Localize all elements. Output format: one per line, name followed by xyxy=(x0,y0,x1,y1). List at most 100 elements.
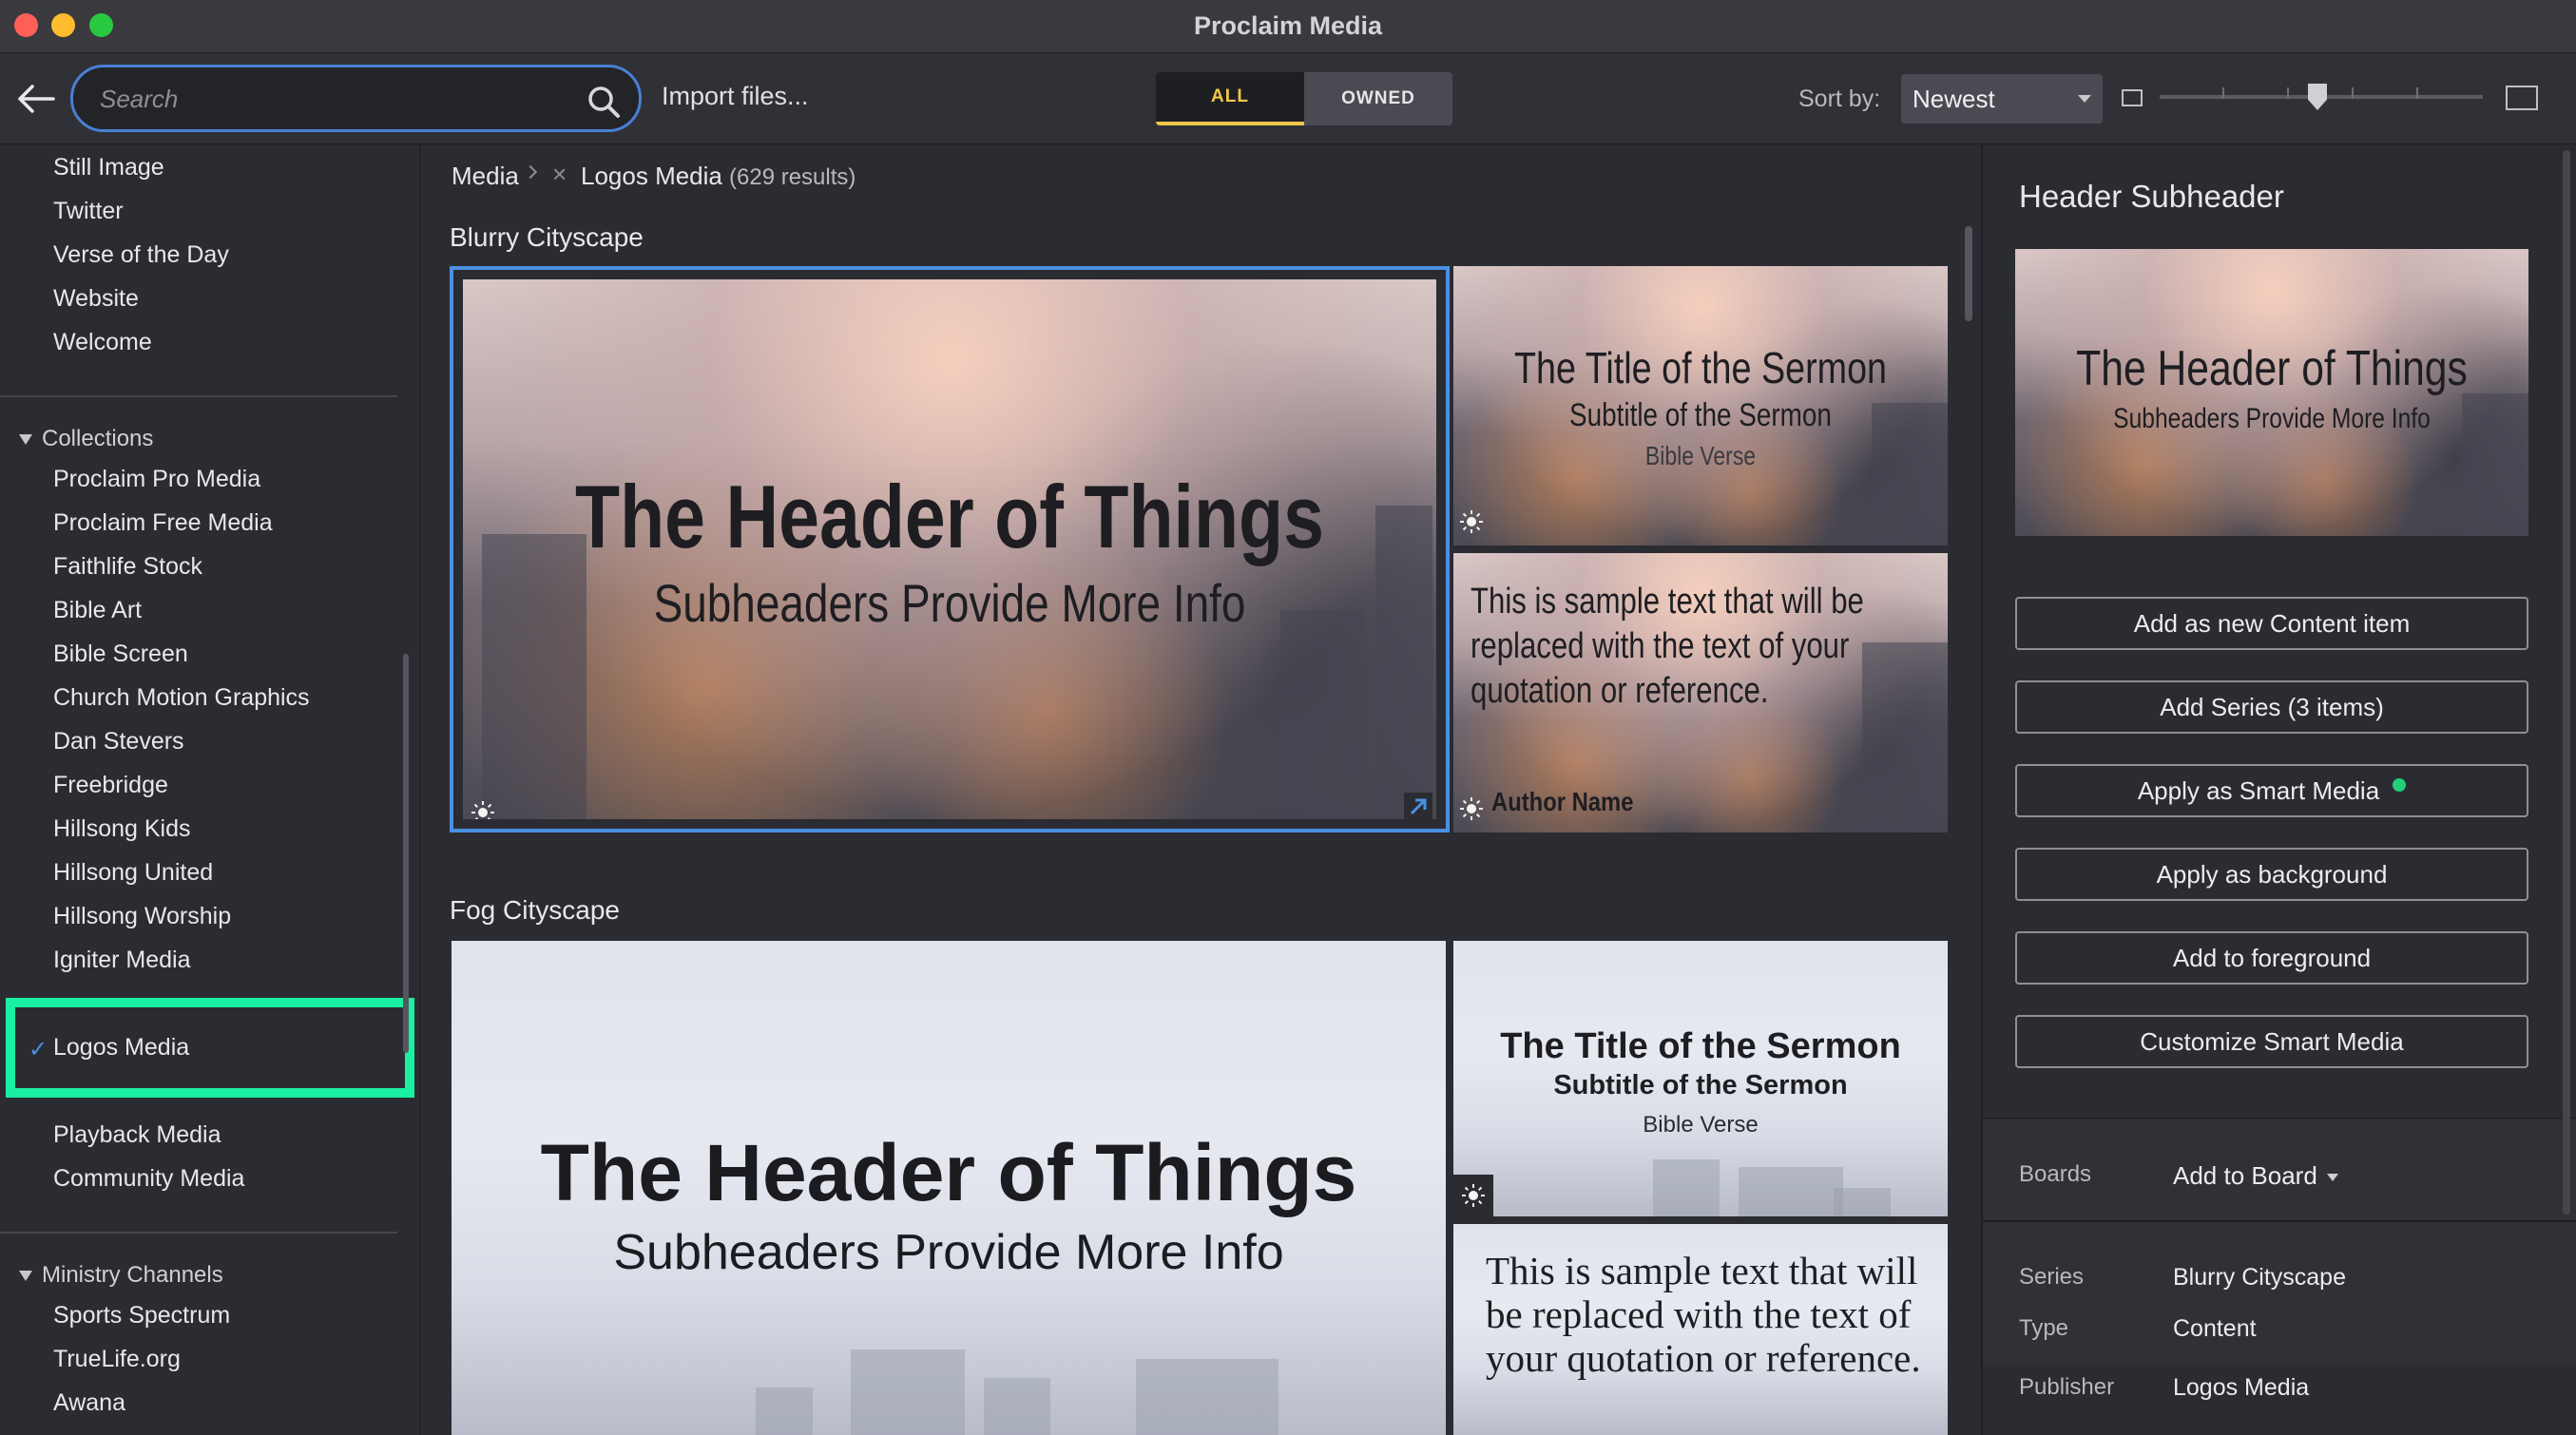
thumbnail-size-slider-thumb[interactable] xyxy=(2308,84,2327,110)
media-tile-blurry-quote[interactable]: This is sample text that will be replace… xyxy=(1453,553,1948,832)
sort-label: Sort by: xyxy=(1798,86,1881,112)
add-to-board-dropdown[interactable]: Add to Board xyxy=(2173,1161,2338,1191)
ministry-channels-header[interactable]: Ministry Channels xyxy=(19,1262,223,1289)
sidebar-item-hillsong-kids[interactable]: Hillsong Kids xyxy=(53,815,191,843)
sidebar-item-website[interactable]: Website xyxy=(53,285,139,313)
filter-owned-tab[interactable]: OWNED xyxy=(1304,72,1452,125)
sidebar-item-community-media[interactable]: Community Media xyxy=(53,1165,244,1193)
ownership-filter: ALL OWNED xyxy=(1156,72,1452,125)
sermon-title-text: The Title of the Sermon xyxy=(1513,343,1888,392)
back-arrow-icon[interactable] xyxy=(15,78,57,120)
breadcrumb-filter: Logos Media xyxy=(581,162,722,190)
tile-subheader-text: Subheaders Provide More Info xyxy=(613,1225,1284,1280)
caret-down-icon xyxy=(2326,1174,2338,1182)
expand-icon[interactable] xyxy=(1404,793,1432,819)
sidebar-item-proclaim-free-media[interactable]: Proclaim Free Media xyxy=(53,509,273,537)
series-title: Blurry Cityscape xyxy=(450,222,644,252)
sermon-subtitle-text: Subtitle of the Sermon xyxy=(1553,1070,1848,1100)
sidebar-item-awana[interactable]: Awana xyxy=(53,1389,125,1417)
meta-key-type: Type xyxy=(2019,1315,2069,1341)
apply-background-button[interactable]: Apply as background xyxy=(2015,848,2528,901)
details-panel: Header Subheader The Header of Things Su… xyxy=(1981,144,2576,1435)
sort-select[interactable]: Newest xyxy=(1901,74,2103,124)
media-thumbnail: The Header of Things Subheaders Provide … xyxy=(463,279,1436,819)
sidebar-item-truelife[interactable]: TrueLife.org xyxy=(53,1346,181,1373)
series-title: Fog Cityscape xyxy=(450,895,620,925)
meta-value-type: Content xyxy=(2173,1315,2257,1342)
meta-value-series: Blurry Cityscape xyxy=(2173,1264,2346,1291)
tile-subheader-text: Subheaders Provide More Info xyxy=(653,573,1246,633)
disclosure-triangle-icon xyxy=(19,1271,32,1282)
sidebar: Still Image Twitter Verse of the Day Web… xyxy=(0,144,420,1435)
sidebar-item-playback-media[interactable]: Playback Media xyxy=(53,1121,221,1149)
customize-smart-media-button[interactable]: Customize Smart Media xyxy=(2015,1015,2528,1068)
search-icon[interactable] xyxy=(586,85,621,119)
sidebar-item-freebridge[interactable]: Freebridge xyxy=(53,772,168,799)
add-to-board-label: Add to Board xyxy=(2173,1161,2317,1190)
media-tile-fog-quote[interactable]: This is sample text that will be replace… xyxy=(1453,1224,1948,1435)
preview-header-text: The Header of Things xyxy=(2076,341,2468,396)
content-scrollbar[interactable] xyxy=(1965,226,1972,321)
sermon-verse-text: Bible Verse xyxy=(1643,1112,1759,1138)
collections-header[interactable]: Collections xyxy=(19,426,153,452)
breadcrumb-root[interactable]: Media xyxy=(452,162,519,191)
sidebar-item-bible-art[interactable]: Bible Art xyxy=(53,597,142,624)
disclosure-triangle-icon xyxy=(19,434,32,446)
sun-icon xyxy=(1460,510,1483,533)
title-bar: Proclaim Media xyxy=(0,0,2576,53)
panel-title: Header Subheader xyxy=(2019,179,2284,214)
apply-smart-media-button[interactable]: Apply as Smart Media xyxy=(2015,764,2528,817)
search-input[interactable] xyxy=(100,81,575,117)
meta-value-publisher: Logos Media xyxy=(2173,1374,2310,1401)
sidebar-item-welcome[interactable]: Welcome xyxy=(53,329,152,356)
meta-key-publisher: Publisher xyxy=(2019,1374,2115,1400)
add-foreground-button[interactable]: Add to foreground xyxy=(2015,931,2528,985)
check-icon: ✓ xyxy=(29,1037,48,1062)
media-tile-blurry-sermon[interactable]: The Title of the Sermon Subtitle of the … xyxy=(1453,266,1948,545)
panel-meta-section: Boards Add to Board Series Blurry Citysc… xyxy=(1983,1119,2576,1365)
panel-divider xyxy=(1983,1220,2576,1222)
quote-author-text: Author Name xyxy=(1491,787,1634,816)
sort-value: Newest xyxy=(1913,85,1995,113)
sermon-verse-text: Bible Verse xyxy=(1644,441,1757,470)
meta-key-series: Series xyxy=(2019,1264,2085,1290)
media-tile-blurry-header[interactable]: The Header of Things Subheaders Provide … xyxy=(450,266,1450,832)
add-content-item-button[interactable]: Add as new Content item xyxy=(2015,597,2528,650)
sidebar-item-hillsong-united[interactable]: Hillsong United xyxy=(53,859,213,887)
small-thumbnail-icon[interactable] xyxy=(2122,89,2143,106)
sidebar-item-dan-stevers[interactable]: Dan Stevers xyxy=(53,728,184,756)
tile-header-text: The Header of Things xyxy=(574,467,1324,566)
sermon-title-text: The Title of the Sermon xyxy=(1500,1026,1901,1066)
quote-text: This is sample text that will be replace… xyxy=(1471,582,1864,711)
preview-subheader-text: Subheaders Provide More Info xyxy=(2113,403,2431,434)
sidebar-item-twitter[interactable]: Twitter xyxy=(53,198,124,225)
sidebar-item-verse-of-the-day[interactable]: Verse of the Day xyxy=(53,241,229,269)
filter-all-tab[interactable]: ALL xyxy=(1156,72,1304,125)
result-count: (629 results) xyxy=(729,164,856,190)
media-tile-fog-sermon[interactable]: The Title of the Sermon Subtitle of the … xyxy=(1453,941,1948,1216)
sidebar-item-church-motion-graphics[interactable]: Church Motion Graphics xyxy=(53,684,310,712)
sidebar-item-faithlife-stock[interactable]: Faithlife Stock xyxy=(53,553,202,581)
quote-text: This is sample text that will be replace… xyxy=(1486,1249,1921,1380)
sidebar-divider xyxy=(0,1232,397,1234)
import-files-link[interactable]: Import files... xyxy=(662,82,809,111)
large-thumbnail-icon[interactable] xyxy=(2506,86,2538,110)
remove-filter-icon[interactable]: × xyxy=(552,160,567,189)
add-series-button[interactable]: Add Series (3 items) xyxy=(2015,680,2528,734)
sidebar-item-igniter-media[interactable]: Igniter Media xyxy=(53,947,191,974)
panel-scrollbar[interactable] xyxy=(2563,150,2570,1215)
sun-icon xyxy=(471,801,494,819)
search-box[interactable] xyxy=(70,65,642,132)
caret-down-icon xyxy=(2078,95,2091,103)
sidebar-item-hillsong-worship[interactable]: Hillsong Worship xyxy=(53,903,231,930)
media-tile-fog-header[interactable]: The Header of Things Subheaders Provide … xyxy=(452,941,1446,1435)
window-title: Proclaim Media xyxy=(1193,11,1383,40)
sidebar-scrollbar[interactable] xyxy=(403,654,409,1053)
sidebar-item-sports-spectrum[interactable]: Sports Spectrum xyxy=(53,1302,230,1330)
sidebar-item-proclaim-pro-media[interactable]: Proclaim Pro Media xyxy=(53,466,260,493)
sidebar-item-bible-screen[interactable]: Bible Screen xyxy=(53,641,188,668)
sun-badge xyxy=(1453,1175,1493,1216)
sidebar-item-logos-media[interactable]: Logos Media xyxy=(53,1034,189,1062)
sidebar-divider xyxy=(0,395,397,397)
sidebar-item-still-image[interactable]: Still Image xyxy=(53,154,164,182)
